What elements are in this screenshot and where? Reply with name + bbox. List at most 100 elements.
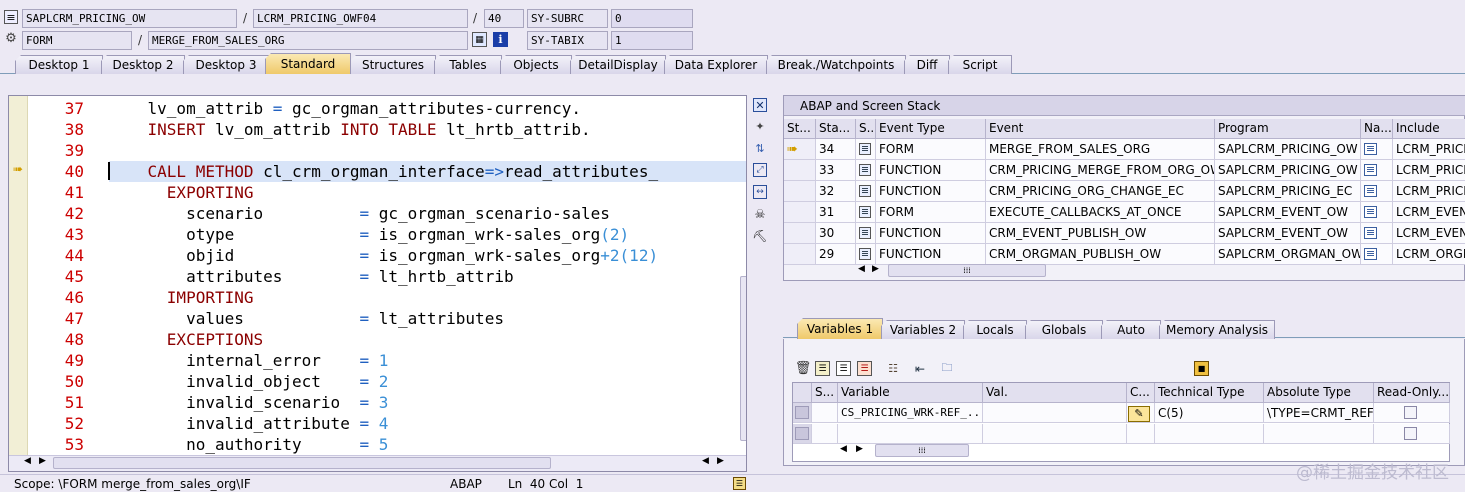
tab-variables-2[interactable]: Variables 2 xyxy=(881,320,965,339)
var-status-cell[interactable] xyxy=(812,424,838,444)
stack-hscroll[interactable]: ◀ ▶ ⁞⁞⁞ xyxy=(858,263,1058,279)
stack-event-type-cell[interactable]: FUNCTION xyxy=(876,160,986,181)
stack-include-cell[interactable]: LCRM_ORGMA xyxy=(1393,244,1465,265)
stack-current-cell[interactable]: ➠ xyxy=(784,139,816,160)
variables-column-header[interactable]: Val. xyxy=(983,383,1127,403)
notes-icon[interactable]: ☰ xyxy=(733,477,746,490)
scroll-left-icon[interactable]: ◀ xyxy=(702,456,709,466)
stack-event-cell[interactable]: CRM_ORGMAN_PUBLISH_OW xyxy=(986,244,1215,265)
code-line[interactable]: invalid_object = 2 xyxy=(9,371,746,392)
var-status-cell[interactable] xyxy=(812,403,838,423)
stack-include-cell[interactable]: LCRM_PRICIN xyxy=(1393,139,1465,160)
variables-column-header[interactable] xyxy=(793,383,812,403)
transfer-icon[interactable]: ⇤ xyxy=(911,361,929,376)
stack-column-header[interactable]: Event Type xyxy=(876,119,986,139)
sysval-field-1[interactable]: 0 xyxy=(611,9,693,28)
code-line[interactable]: invalid_attribute = 4 xyxy=(9,413,746,434)
stack-nav-cell[interactable] xyxy=(1361,160,1393,181)
scroll-left-icon[interactable]: ◀ xyxy=(858,264,865,274)
var-change-cell[interactable] xyxy=(1127,424,1155,444)
tab-auto[interactable]: Auto xyxy=(1101,320,1161,339)
variable-list-icon[interactable]: ☰ xyxy=(815,361,830,376)
readonly-checkbox[interactable] xyxy=(1404,406,1417,419)
tab-detaildisplay[interactable]: DetailDisplay xyxy=(570,55,666,74)
tab-tables[interactable]: Tables xyxy=(434,55,502,74)
stack-program-cell[interactable]: SAPLCRM_EVENT_OW xyxy=(1215,223,1361,244)
tab-globals[interactable]: Globals xyxy=(1025,320,1103,339)
stack-level-cell[interactable]: 33 xyxy=(816,160,856,181)
scroll-right-icon[interactable]: ▶ xyxy=(39,456,46,466)
stack-nav-cell[interactable] xyxy=(1361,244,1393,265)
stack-event-cell[interactable]: CRM_EVENT_PUBLISH_OW xyxy=(986,223,1215,244)
var-technical-type-cell[interactable]: C(5) xyxy=(1155,403,1264,423)
scroll-right-icon[interactable]: ▶ xyxy=(717,456,724,466)
row-selector[interactable] xyxy=(793,424,812,444)
tab-objects[interactable]: Objects xyxy=(500,55,572,74)
tab-standard[interactable]: Standard xyxy=(265,53,351,74)
stack-include-cell[interactable]: LCRM_EVENT xyxy=(1393,223,1465,244)
tab-diff[interactable]: Diff xyxy=(904,55,950,74)
stack-program-cell[interactable]: SAPLCRM_PRICING_EC xyxy=(1215,181,1361,202)
stack-event-cell[interactable]: EXECUTE_CALLBACKS_AT_ONCE xyxy=(986,202,1215,223)
variables-column-header[interactable]: Absolute Type xyxy=(1264,383,1374,403)
code-line[interactable]: invalid_scenario = 3 xyxy=(9,392,746,413)
resize-icon[interactable]: ↔ xyxy=(753,185,767,199)
stack-column-header[interactable]: Program xyxy=(1215,119,1361,139)
code-line[interactable]: internal_error = 1 xyxy=(9,350,746,371)
edit-pencil-icon[interactable]: ✎ xyxy=(1128,406,1150,422)
stack-event-type-cell[interactable]: FUNCTION xyxy=(876,223,986,244)
readonly-checkbox[interactable] xyxy=(1404,427,1417,440)
tab-breakpoints[interactable]: Break./Watchpoints xyxy=(766,55,906,74)
sysval-field-2[interactable]: 1 xyxy=(611,31,693,50)
info-icon[interactable]: i xyxy=(493,32,508,47)
var-name-cell[interactable] xyxy=(838,424,983,444)
code-line[interactable]: objid = is_orgman_wrk-sales_org+2(12) xyxy=(9,245,746,266)
stack-event-cell[interactable]: MERGE_FROM_SALES_ORG xyxy=(986,139,1215,160)
tab-data-explorer[interactable]: Data Explorer xyxy=(664,55,768,74)
open-folder-icon[interactable]: 🗀 xyxy=(938,361,956,376)
stack-column-header[interactable]: St... xyxy=(784,119,816,139)
tab-desktop-3[interactable]: Desktop 3 xyxy=(183,55,269,74)
tab-structures[interactable]: Structures xyxy=(350,55,436,74)
stack-level-cell[interactable]: 31 xyxy=(816,202,856,223)
hierarchy-icon[interactable]: ☷ xyxy=(884,361,902,376)
tool-settings-icon[interactable]: ⛏ xyxy=(752,229,767,243)
code-line[interactable]: attributes = lt_hrtb_attrib xyxy=(9,266,746,287)
navigate-icon[interactable] xyxy=(1364,227,1377,239)
stack-column-header[interactable]: Include xyxy=(1393,119,1465,139)
swap-tool-icon[interactable]: ⇅ xyxy=(753,141,767,155)
scroll-right-icon[interactable]: ▶ xyxy=(872,264,879,274)
stack-current-cell[interactable] xyxy=(784,181,816,202)
load-variables-icon[interactable]: ☰ xyxy=(836,361,851,376)
save-icon[interactable]: ■ xyxy=(1194,361,1209,376)
code-line[interactable]: lv_om_attrib = gc_orgman_attributes-curr… xyxy=(9,98,746,119)
stack-current-cell[interactable] xyxy=(784,244,816,265)
var-value-cell[interactable] xyxy=(983,424,1127,444)
services-icon[interactable]: ☠ xyxy=(753,207,767,221)
code-line[interactable]: EXPORTING xyxy=(9,182,746,203)
var-hscroll-thumb[interactable]: ⁞⁞⁞ xyxy=(875,444,969,457)
stack-event-cell[interactable]: CRM_PRICING_MERGE_FROM_ORG_OW xyxy=(986,160,1215,181)
stack-program-cell[interactable]: SAPLCRM_EVENT_OW xyxy=(1215,202,1361,223)
vertical-scrollbar-thumb[interactable] xyxy=(740,276,746,441)
stack-program-cell[interactable]: SAPLCRM_PRICING_OW xyxy=(1215,139,1361,160)
navigate-icon[interactable] xyxy=(1364,143,1377,155)
scroll-left-icon[interactable]: ◀ xyxy=(840,444,847,454)
stack-event-type-cell[interactable]: FORM xyxy=(876,139,986,160)
code-line[interactable]: IMPORTING xyxy=(9,287,746,308)
var-absolute-type-cell[interactable] xyxy=(1264,424,1374,444)
var-absolute-type-cell[interactable]: \TYPE=CRMT_REF... xyxy=(1264,403,1374,423)
delete-icon[interactable]: 🗑 xyxy=(795,361,812,376)
maximize-icon[interactable]: ⤢ xyxy=(753,163,767,177)
stack-event-cell[interactable]: CRM_PRICING_ORG_CHANGE_EC xyxy=(986,181,1215,202)
stack-include-cell[interactable]: LCRM_EVENT xyxy=(1393,202,1465,223)
stack-include-cell[interactable]: LCRM_PRICIN xyxy=(1393,160,1465,181)
stack-program-cell[interactable]: SAPLCRM_ORGMAN_OW xyxy=(1215,244,1361,265)
navigate-icon[interactable] xyxy=(1364,206,1377,218)
stack-include-cell[interactable]: LCRM_PRICIN xyxy=(1393,181,1465,202)
source-code-editor[interactable]: 37 38 39 40 41 42 43 44 45 46 47 48 49 50 51 52 53 lv_om… xyxy=(8,95,747,472)
navigate-icon[interactable] xyxy=(1364,185,1377,197)
variables-column-header[interactable]: Read-Only... xyxy=(1374,383,1450,403)
stack-current-cell[interactable] xyxy=(784,160,816,181)
var-value-cell[interactable] xyxy=(983,403,1127,423)
